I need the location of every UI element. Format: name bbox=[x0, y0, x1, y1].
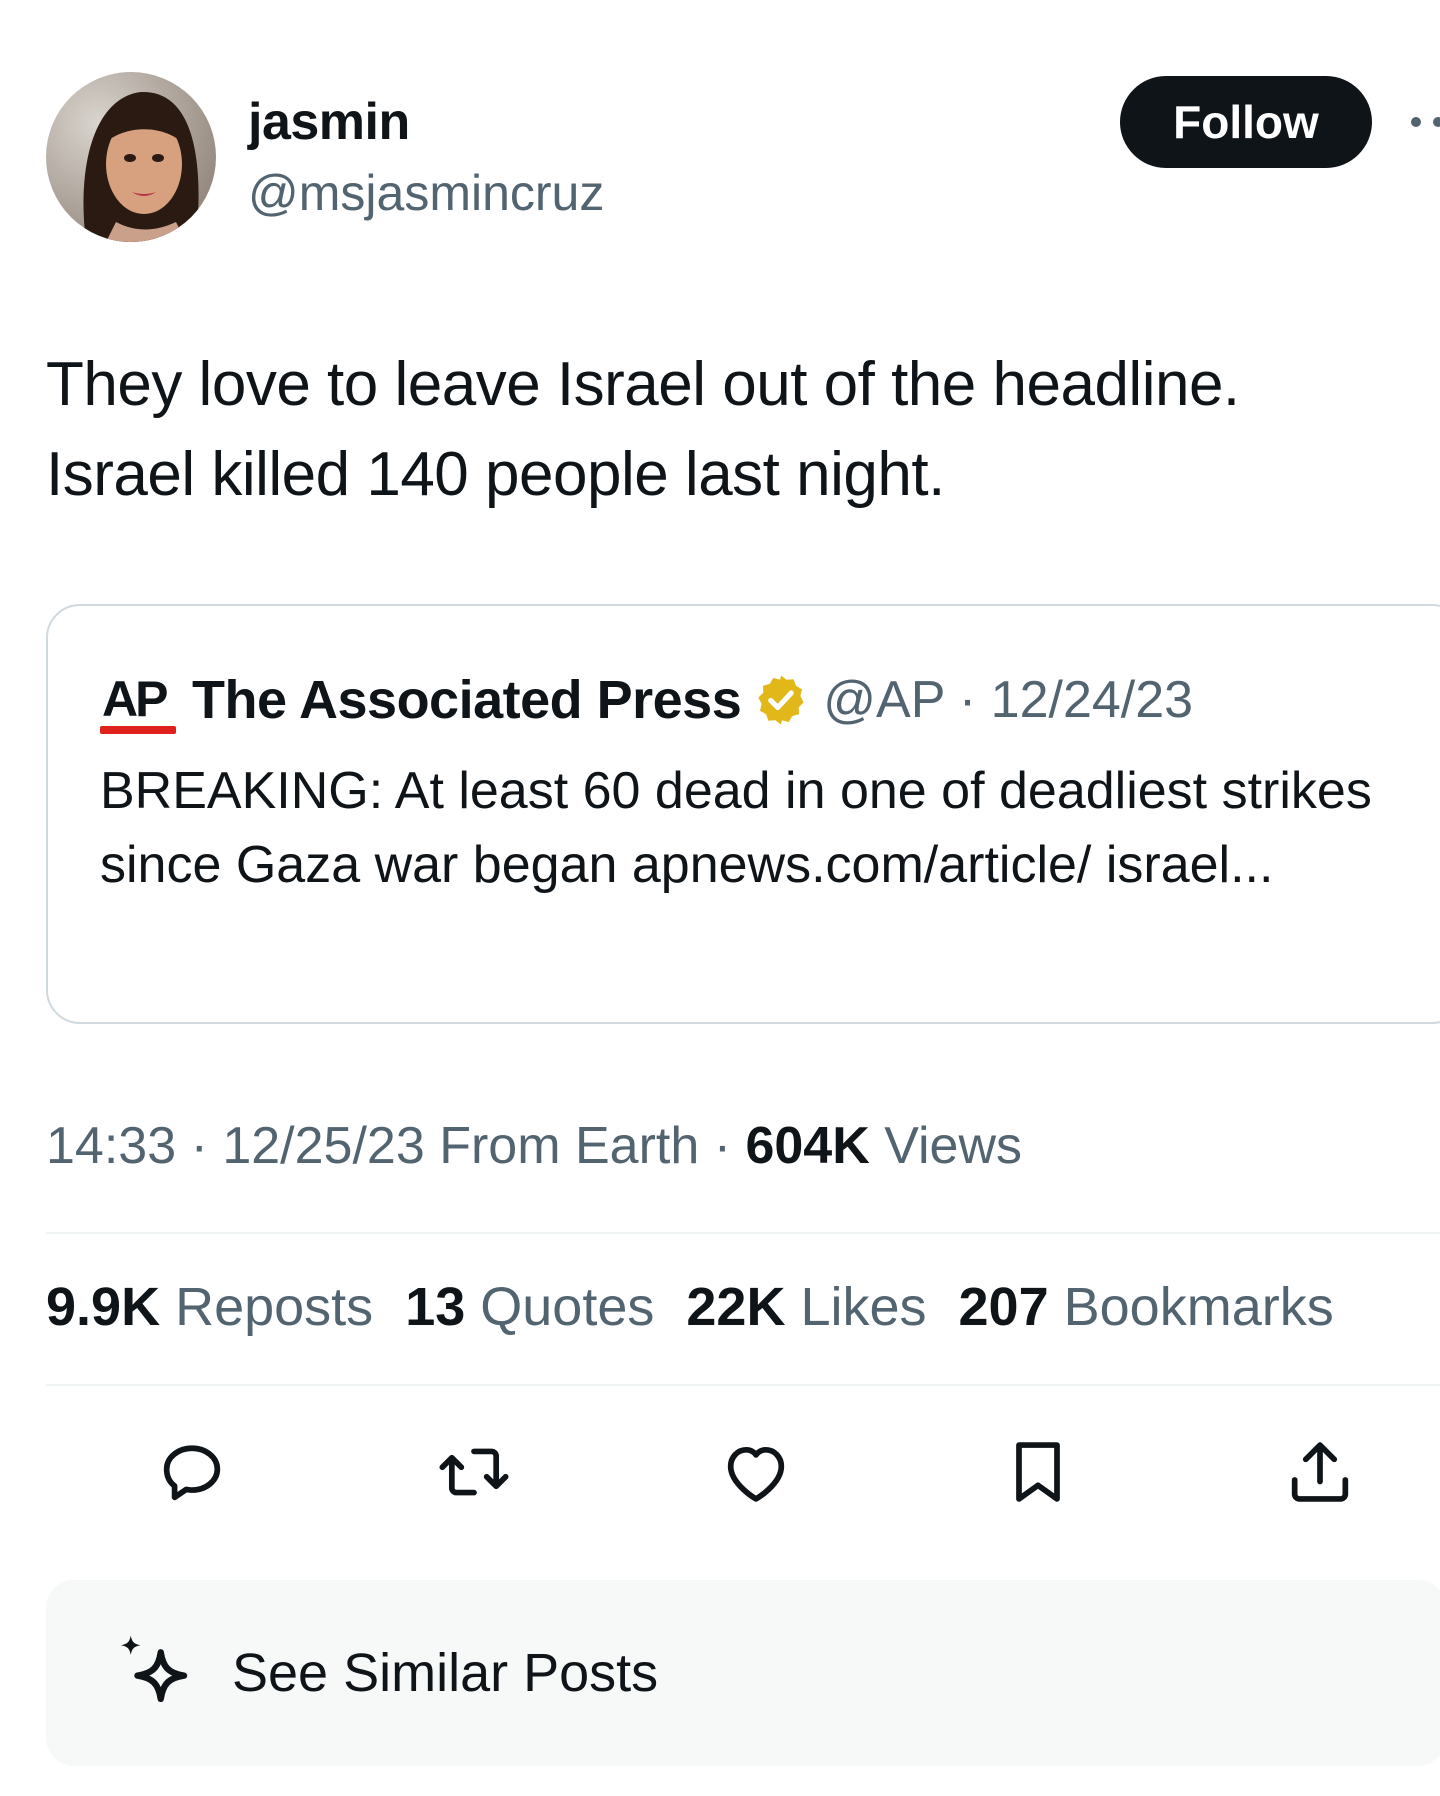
views-label: Views bbox=[869, 1117, 1022, 1175]
stat-reposts[interactable]: 9.9K Reposts bbox=[46, 1276, 373, 1338]
tweet-text-line: Israel killed 140 people last night. bbox=[46, 440, 945, 509]
display-name[interactable]: jasmin bbox=[248, 92, 410, 152]
reply-icon bbox=[163, 1445, 221, 1501]
like-icon bbox=[727, 1446, 785, 1502]
stat-quotes[interactable]: 13 Quotes bbox=[405, 1276, 654, 1338]
stat-bookmarks[interactable]: 207 Bookmarks bbox=[959, 1276, 1334, 1338]
bookmark-icon bbox=[1016, 1442, 1060, 1502]
sparkle-icon bbox=[121, 1635, 188, 1703]
repost-button[interactable] bbox=[434, 1432, 514, 1512]
views-count: 604K bbox=[745, 1117, 870, 1175]
quoted-post-text: BREAKING: At least 60 dead in one of dea… bbox=[100, 762, 1372, 894]
quoted-handle-date: @AP · 12/24/23 bbox=[823, 671, 1194, 729]
user-handle[interactable]: @msjasmincruz bbox=[248, 164, 604, 222]
see-similar-posts-button[interactable]: See Similar Posts bbox=[46, 1580, 1440, 1766]
more-options-icon[interactable] bbox=[1408, 110, 1440, 134]
tweet-text: They love to leave Israel out of the hea… bbox=[46, 340, 1406, 520]
stat-label: Reposts bbox=[160, 1277, 374, 1337]
quoted-post-card[interactable]: AP The Associated Press @AP · 12/24/23 B… bbox=[46, 604, 1440, 1024]
stat-number: 9.9K bbox=[46, 1277, 161, 1337]
reply-button[interactable] bbox=[152, 1432, 232, 1512]
stat-number: 13 bbox=[405, 1277, 466, 1337]
bookmark-button[interactable] bbox=[998, 1432, 1078, 1512]
like-button[interactable] bbox=[716, 1432, 796, 1512]
engagement-stats: 9.9K Reposts 13 Quotes 22K Likes 207 Boo… bbox=[46, 1276, 1366, 1338]
stat-number: 207 bbox=[958, 1277, 1049, 1337]
stat-label: Likes bbox=[785, 1277, 927, 1337]
quoted-post-header: AP The Associated Press @AP · 12/24/23 bbox=[100, 666, 1193, 734]
follow-button[interactable]: Follow bbox=[1120, 76, 1372, 168]
ap-logo: AP bbox=[100, 666, 176, 734]
avatar[interactable] bbox=[46, 72, 216, 242]
stat-number: 22K bbox=[686, 1277, 786, 1337]
see-similar-posts-label: See Similar Posts bbox=[232, 1643, 659, 1703]
quoted-author-name: The Associated Press bbox=[192, 670, 742, 730]
timestamp-text: 14:33 · 12/25/23 From Earth · bbox=[46, 1117, 746, 1175]
share-icon bbox=[1291, 1442, 1349, 1502]
divider bbox=[46, 1232, 1440, 1234]
repost-icon bbox=[439, 1448, 509, 1496]
stat-likes[interactable]: 22K Likes bbox=[686, 1276, 926, 1338]
action-bar bbox=[0, 1432, 1440, 1512]
verified-badge-icon bbox=[758, 675, 804, 725]
stat-label: Bookmarks bbox=[1048, 1277, 1334, 1337]
avatar-image bbox=[46, 72, 216, 242]
ap-logo-bar bbox=[100, 726, 176, 734]
post-timestamp: 14:33 · 12/25/23 From Earth · 604K Views bbox=[46, 1116, 1022, 1176]
ap-logo-text: AP bbox=[102, 671, 168, 727]
tweet-text-line: They love to leave Israel out of the hea… bbox=[46, 350, 1240, 419]
share-button[interactable] bbox=[1280, 1432, 1360, 1512]
divider bbox=[46, 1384, 1440, 1386]
stat-label: Quotes bbox=[465, 1277, 655, 1337]
